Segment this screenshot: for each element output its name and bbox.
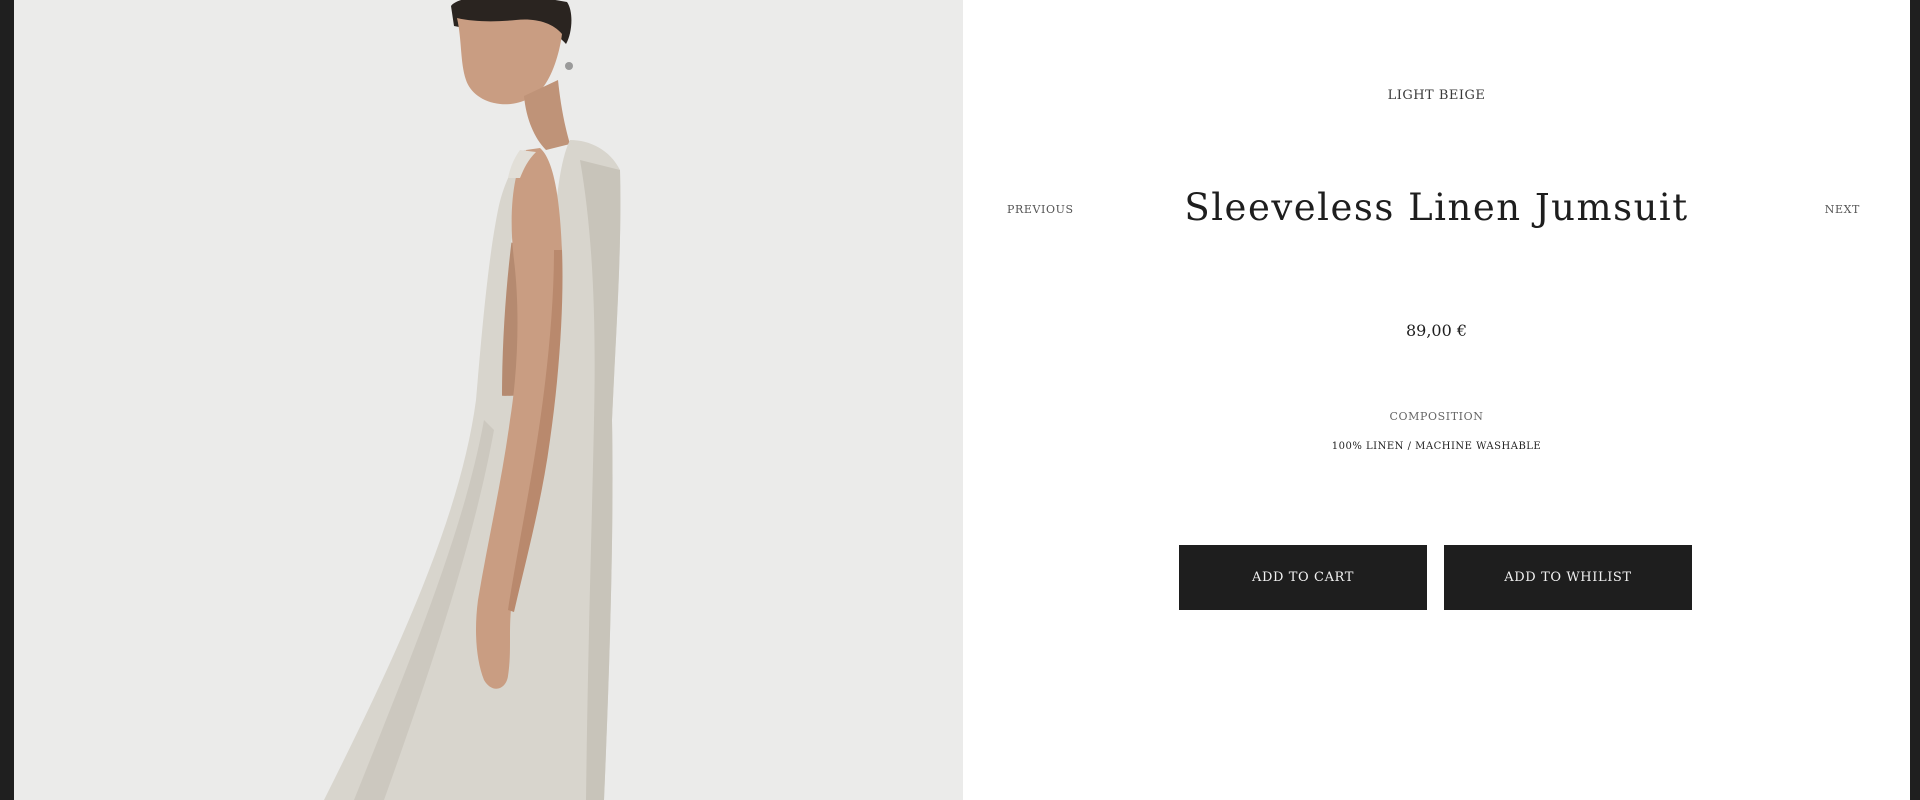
color-label: LIGHT BEIGE	[1387, 88, 1486, 103]
product-image	[14, 0, 963, 800]
product-price: 89,00 €	[1405, 321, 1468, 340]
model-photo	[324, 0, 621, 800]
product-title: Sleeveless Linen Jumsuit	[1184, 186, 1689, 229]
product-page: LIGHT BEIGE PREVIOUS Sleeveless Linen Ju…	[14, 0, 1910, 800]
add-to-cart-button[interactable]: ADD TO CART	[1179, 545, 1427, 610]
add-to-wishlist-button[interactable]: ADD TO WHILIST	[1444, 545, 1692, 610]
composition-label: COMPOSITION	[1389, 410, 1484, 423]
composition-value: 100% LINEN / MACHINE WASHABLE	[1331, 441, 1542, 452]
product-details: LIGHT BEIGE PREVIOUS Sleeveless Linen Ju…	[963, 0, 1910, 800]
next-link[interactable]: NEXT	[1825, 203, 1860, 216]
